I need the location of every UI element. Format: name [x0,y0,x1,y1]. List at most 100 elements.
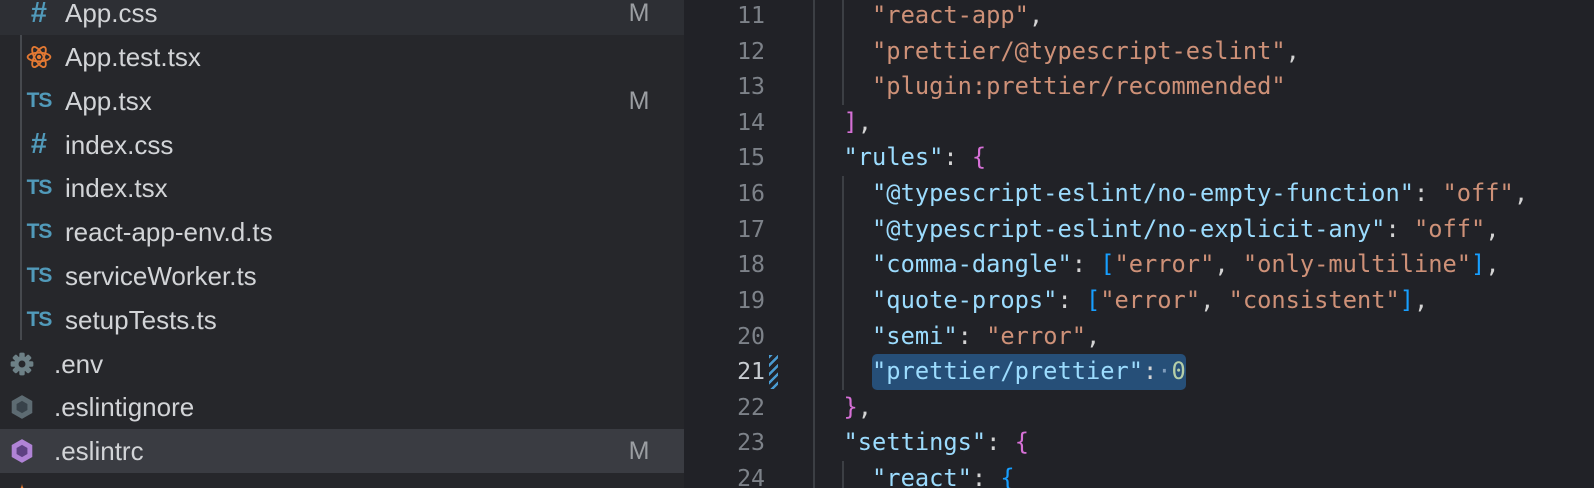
token: "quote-props" [872,286,1057,314]
token: , [1086,322,1100,350]
code-line[interactable]: 12 "prettier/@typescript-eslint", [684,34,1594,70]
code-line[interactable]: 23 "settings": { [684,425,1594,461]
token: "react" [872,464,972,488]
token: : [1414,179,1443,207]
code-line[interactable]: 22 }, [684,390,1594,426]
sidebar-item-index-tsx[interactable]: TSindex.tsx [0,166,684,210]
token [815,143,844,171]
line-number[interactable]: 21 [684,354,765,390]
sidebar-item-react-app-env-d-ts[interactable]: TSreact-app-env.d.ts [0,210,684,254]
line-number[interactable]: 18 [684,247,765,283]
line-number[interactable]: 23 [684,425,765,461]
line-number[interactable]: 20 [684,319,765,355]
git-modified-badge: M [624,0,654,35]
code-line[interactable]: 11 "react-app", [684,0,1594,34]
typescript-icon: TS [26,79,52,123]
sidebar-item-eslintignore[interactable]: .eslintignore [0,385,684,429]
token [815,357,872,385]
line-number[interactable]: 24 [684,461,765,488]
token: : [1385,215,1414,243]
sidebar-item-setuptests-ts[interactable]: TSsetupTests.ts [0,298,684,342]
line-number[interactable]: 19 [684,283,765,319]
code-line-text[interactable]: "semi": "error", [815,319,1100,355]
code-line-text[interactable]: "prettier/prettier":·0 [815,354,1186,390]
typescript-icon: TS [26,210,52,254]
code-line-text[interactable]: "@typescript-eslint/no-explicit-any": "o… [815,212,1500,248]
code-line-text[interactable]: "quote-props": ["error", "consistent"], [815,283,1428,319]
sidebar-item-partial[interactable] [0,473,684,488]
code-line[interactable]: 13 "plugin:prettier/recommended" [684,69,1594,105]
token [815,179,872,207]
token: "off" [1414,215,1485,243]
token: "off" [1443,179,1514,207]
token: "plugin:prettier/recommended" [815,72,1286,100]
file-name: App.css [65,0,158,35]
sidebar-item-index-css[interactable]: # index.css [0,123,684,167]
text-selection: "prettier/prettier":·0 [872,354,1186,390]
file-name: index.css [65,123,173,167]
token [815,250,872,278]
code-line[interactable]: 14 ], [684,105,1594,141]
code-line-text[interactable]: }, [815,390,872,426]
token: , [858,108,872,136]
sidebar-item-env[interactable]: .env [0,342,684,386]
line-number[interactable]: 15 [684,140,765,176]
token: "error" [1115,250,1215,278]
code-line-text[interactable]: "comma-dangle": ["error", "only-multilin… [815,247,1500,283]
eslint-purple-icon [9,429,35,473]
css-hash-icon: # [26,123,52,167]
code-line-text[interactable]: "rules": { [815,140,986,176]
token: , [1485,215,1499,243]
react-icon [26,35,52,79]
code-line-text[interactable]: ], [815,105,872,141]
line-number[interactable]: 14 [684,105,765,141]
typescript-icon: TS [26,298,52,342]
line-number[interactable]: 22 [684,390,765,426]
token: ] [844,108,858,136]
file-name: index.tsx [65,166,168,210]
code-line-text[interactable]: "prettier/@typescript-eslint", [815,34,1300,70]
code-line-text[interactable]: "settings": { [815,425,1029,461]
code-line[interactable]: 20 "semi": "error", [684,319,1594,355]
code-line-text[interactable]: "react": { [815,461,1015,488]
sidebar-item-app-test-tsx[interactable]: App.test.tsx [0,35,684,79]
line-number[interactable]: 16 [684,176,765,212]
code-line-text[interactable]: "@typescript-eslint/no-empty-function": … [815,176,1528,212]
code-line[interactable]: 19 "quote-props": ["error", "consistent"… [684,283,1594,319]
code-line-text[interactable]: "react-app", [815,0,1043,34]
sidebar-item-serviceworker-ts[interactable]: TSserviceWorker.ts [0,254,684,298]
token [815,428,844,456]
token: : [1072,250,1101,278]
token [815,322,872,350]
token: , [1485,250,1499,278]
code-line[interactable]: 21 "prettier/prettier":·0 [684,354,1594,390]
line-number[interactable]: 13 [684,69,765,105]
token: : [943,143,972,171]
code-line[interactable]: 16 "@typescript-eslint/no-empty-function… [684,176,1594,212]
git-modified-badge: M [624,79,654,123]
line-number[interactable]: 17 [684,212,765,248]
token: , [1200,286,1229,314]
token: "semi" [872,322,958,350]
code-editor[interactable]: 11 "react-app",12 "prettier/@typescript-… [684,0,1594,488]
line-number[interactable]: 11 [684,0,765,34]
token: , [858,393,872,421]
token: "@typescript-eslint/no-explicit-any" [872,215,1385,243]
eslint-gray-icon [9,385,35,429]
gutter-modified-indicator-icon [769,355,778,389]
token: , [1214,250,1243,278]
line-number[interactable]: 12 [684,34,765,70]
code-line[interactable]: 17 "@typescript-eslint/no-explicit-any":… [684,212,1594,248]
code-line[interactable]: 18 "comma-dangle": ["error", "only-multi… [684,247,1594,283]
sidebar-item-eslintrc[interactable]: .eslintrcM [0,429,684,473]
code-line[interactable]: 24 "react": { [684,461,1594,488]
code-line[interactable]: 15 "rules": { [684,140,1594,176]
code-line-text[interactable]: "plugin:prettier/recommended" [815,69,1286,105]
token: "rules" [844,143,944,171]
sidebar-item-app-tsx[interactable]: TSApp.tsxM [0,79,684,123]
sidebar-item-app-css[interactable]: #App.cssM [0,0,684,35]
token: "react-app" [815,1,1029,29]
token: { [1000,464,1014,488]
vscode-window: # App.css MApp.test.tsxTSApp.tsxM# index.cs… [0,0,1594,488]
token: [ [1100,250,1114,278]
